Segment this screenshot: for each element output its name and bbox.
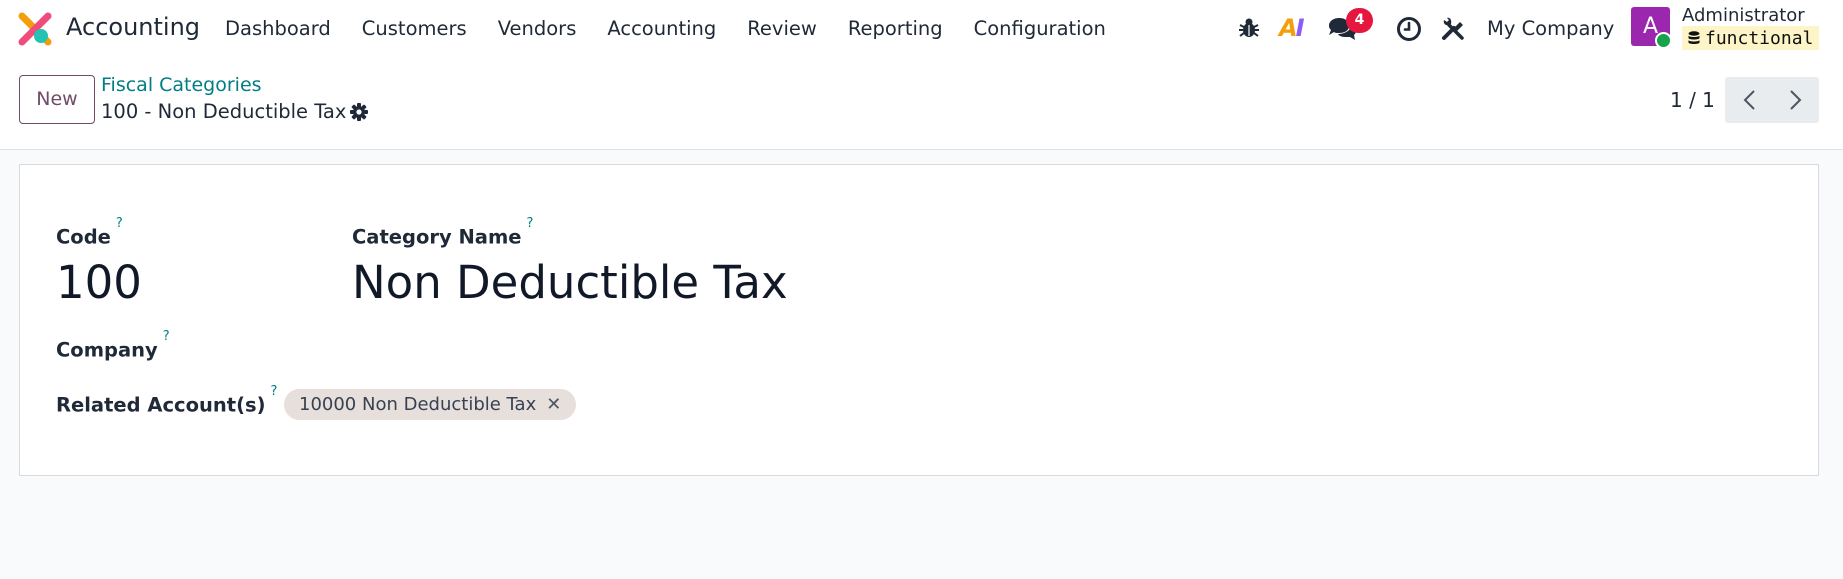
account-tag-label: 10000 Non Deductible Tax [299, 394, 537, 415]
menu-vendors[interactable]: Vendors [498, 17, 577, 40]
form-sheet: Code? 100 Category Name? Non Deductible … [19, 164, 1819, 476]
code-label: Code? [56, 216, 123, 249]
menu-configuration[interactable]: Configuration [974, 17, 1106, 40]
category-name-label: Category Name? [352, 216, 533, 249]
clock-icon[interactable] [1396, 16, 1422, 42]
database-badge: functional [1682, 26, 1820, 50]
related-accounts-help-tooltip[interactable]: ? [271, 384, 278, 399]
related-accounts-label-text: Related Account(s) [56, 393, 266, 417]
database-icon [1688, 31, 1700, 44]
related-accounts-label: Related Account(s)? [56, 384, 277, 417]
category-name-field[interactable]: Non Deductible Tax [352, 256, 788, 309]
tools-icon[interactable] [1440, 16, 1466, 42]
menu-dashboard[interactable]: Dashboard [225, 17, 331, 40]
ai-icon[interactable]: AI [1279, 14, 1304, 42]
database-name: functional [1705, 27, 1814, 49]
company-label: Company? [56, 329, 170, 362]
menu-reporting[interactable]: Reporting [848, 17, 943, 40]
company-field[interactable] [285, 333, 685, 363]
app-logo-icon[interactable] [18, 12, 52, 46]
pager-next-button[interactable] [1772, 77, 1819, 123]
control-panel: New Fiscal Categories 100 - Non Deductib… [0, 58, 1843, 150]
code-label-text: Code [56, 225, 111, 249]
top-navbar: Accounting Dashboard Customers Vendors A… [0, 0, 1843, 58]
pager-previous-button[interactable] [1725, 77, 1772, 123]
category-name-help-tooltip[interactable]: ? [527, 216, 534, 231]
company-help-tooltip[interactable]: ? [163, 329, 170, 344]
account-tag[interactable]: 10000 Non Deductible Tax ✕ [284, 389, 577, 420]
breadcrumb-fiscal-categories[interactable]: Fiscal Categories [101, 74, 262, 96]
new-button[interactable]: New [19, 75, 95, 124]
code-help-tooltip[interactable]: ? [116, 216, 123, 231]
close-icon[interactable]: ✕ [546, 394, 561, 415]
company-label-text: Company [56, 338, 158, 362]
messages-badge: 4 [1346, 8, 1373, 33]
app-name[interactable]: Accounting [66, 13, 200, 41]
gear-icon[interactable] [349, 102, 369, 122]
menu-review[interactable]: Review [747, 17, 817, 40]
main-menu: Dashboard Customers Vendors Accounting R… [225, 17, 1137, 40]
category-name-label-text: Category Name [352, 225, 522, 249]
online-status-indicator [1655, 32, 1672, 49]
company-switcher[interactable]: My Company [1487, 17, 1614, 40]
record-title: 100 - Non Deductible Tax [101, 100, 347, 123]
chevron-right-icon [1789, 90, 1801, 110]
menu-accounting[interactable]: Accounting [607, 17, 716, 40]
user-name[interactable]: Administrator [1682, 5, 1805, 26]
menu-customers[interactable]: Customers [362, 17, 467, 40]
bug-icon[interactable] [1237, 16, 1261, 40]
code-field[interactable]: 100 [56, 256, 142, 309]
chevron-left-icon [1743, 90, 1755, 110]
pager-value[interactable]: 1 / 1 [1670, 88, 1715, 112]
